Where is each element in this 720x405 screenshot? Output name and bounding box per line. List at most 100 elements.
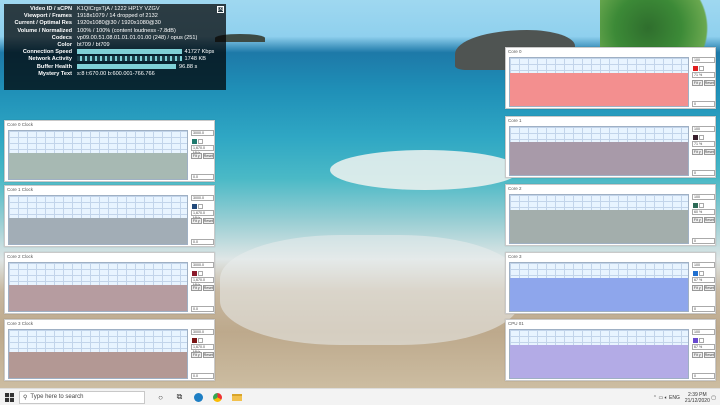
graph-controls: 3000.0 1,670.0 MHzFit yReset 0.0 — [191, 329, 214, 379]
fit-y-button[interactable]: Fit y — [191, 153, 202, 159]
stats-label: Volume / Normalized — [17, 27, 72, 34]
stats-value-text: 96.88 s — [179, 63, 198, 70]
graph-scale-field[interactable]: 100 — [692, 126, 715, 132]
graph-scale-field[interactable]: 3000.0 — [191, 262, 214, 268]
task-view-icon[interactable]: ⧉ — [172, 391, 187, 404]
fit-y-button[interactable]: Fit y — [692, 352, 703, 358]
graph-scale-field[interactable]: 3000.0 — [191, 195, 214, 201]
graph-min-field[interactable]: 0 — [692, 306, 715, 312]
series-toggle-checkbox[interactable] — [198, 204, 203, 209]
reset-button[interactable]: Reset — [202, 285, 214, 291]
graph-min-field[interactable]: 0 — [692, 373, 715, 379]
graph-scale-field[interactable]: 100 — [692, 262, 715, 268]
stats-value: K1QICrgxTjA / 1222 HP1Y VZGV — [77, 6, 160, 12]
series-color-swatch[interactable] — [693, 271, 698, 276]
graph-panel: Core 3 Clock 3000.0 1,670.0 MHzFit yReset 0… — [4, 319, 215, 381]
graph-scale-field[interactable]: 100 — [692, 329, 715, 335]
series-color-swatch[interactable] — [693, 66, 698, 71]
graph-min-field[interactable]: 0 — [692, 101, 715, 107]
reset-button[interactable]: Reset — [703, 352, 715, 358]
taskbar-search-input[interactable]: ⚲ Type here to search — [19, 390, 145, 404]
volume-icon[interactable]: 🔈︎ — [665, 395, 668, 401]
graph-scale-field[interactable]: 100 — [692, 194, 715, 200]
file-explorer-icon[interactable] — [229, 391, 244, 404]
series-color-swatch[interactable] — [192, 204, 197, 209]
stats-row: Codecs vp09.00.51.08.01.01.01.01.00 (248)… — [7, 35, 223, 42]
series-toggle-checkbox[interactable] — [699, 203, 704, 208]
graph-plot — [8, 195, 188, 245]
graph-scale-field[interactable]: 3000.0 — [191, 329, 214, 335]
stats-value: 1918x1079 / 14 dropped of 2132 — [77, 13, 158, 20]
series-color-swatch[interactable] — [192, 139, 197, 144]
fit-y-button[interactable]: Fit y — [191, 352, 202, 358]
graph-title: Core 1 — [508, 118, 522, 123]
graph-fill — [9, 217, 187, 244]
series-color-swatch[interactable] — [192, 338, 197, 343]
graph-min-field[interactable]: 0.0 — [191, 373, 214, 379]
graph-min-field[interactable]: 0 — [692, 170, 715, 176]
stats-value: s:8 t:670.00 b:600.001-766.766 — [77, 70, 155, 77]
graph-panel: Core 2 100 60 % Fit y Reset 0 — [505, 184, 716, 246]
reset-button[interactable]: Reset — [703, 149, 715, 155]
network-activity-bar — [77, 56, 182, 62]
series-toggle-checkbox[interactable] — [699, 338, 704, 343]
reset-button[interactable]: Reset — [703, 285, 715, 291]
fit-y-button[interactable]: Fit y — [692, 285, 703, 291]
graph-min-field[interactable]: 0.0 — [191, 239, 214, 245]
series-color-swatch[interactable] — [693, 338, 698, 343]
show-hidden-icons-icon[interactable]: ⌃ — [653, 395, 657, 401]
graph-fill — [9, 351, 187, 378]
chrome-browser-icon[interactable] — [210, 391, 225, 404]
close-stats-button[interactable]: [x] — [217, 6, 224, 13]
graph-title: Core 3 — [508, 254, 522, 259]
fit-y-button[interactable]: Fit y — [191, 218, 202, 224]
series-color-swatch[interactable] — [192, 271, 197, 276]
series-toggle-checkbox[interactable] — [198, 338, 203, 343]
fit-y-button[interactable]: Fit y — [692, 149, 703, 155]
graph-panel: Core 1 100 71 % Fit y Reset 0 — [505, 116, 716, 178]
series-toggle-checkbox[interactable] — [699, 271, 704, 276]
series-toggle-checkbox[interactable] — [699, 135, 704, 140]
stats-value: vp09.00.51.08.01.01.01.01.00 (248) / opu… — [77, 34, 198, 41]
graph-min-field[interactable]: 0.0 — [191, 174, 214, 180]
notifications-icon[interactable]: ▢ — [711, 395, 716, 401]
graph-panel: Core 3 100 67 % Fit y Reset 0 — [505, 252, 716, 314]
series-toggle-checkbox[interactable] — [198, 139, 203, 144]
stats-value: 100% / 100% (content loudness -7.8dB) — [77, 27, 176, 34]
reset-button[interactable]: Reset — [202, 153, 214, 159]
fit-y-button[interactable]: Fit y — [692, 80, 703, 86]
graph-fill — [510, 210, 688, 243]
graph-title: CPU 01 — [508, 321, 524, 326]
stats-row: Mystery Text s:8 t:670.00 b:600.001-766.7… — [7, 71, 223, 78]
stats-row: Viewport / Frames 1918x1079 / 14 dropped … — [7, 13, 223, 20]
stats-label: Connection Speed — [22, 49, 72, 56]
fit-y-button[interactable]: Fit y — [191, 285, 202, 291]
series-color-swatch[interactable] — [693, 203, 698, 208]
series-color-swatch[interactable] — [693, 135, 698, 140]
edge-browser-icon[interactable] — [191, 391, 206, 404]
network-icon[interactable]: ▭ — [658, 395, 663, 401]
graph-title: Core 0 Clock — [7, 122, 34, 127]
series-toggle-checkbox[interactable] — [198, 271, 203, 276]
cortana-icon[interactable]: ○ — [153, 391, 168, 404]
graph-scale-field[interactable]: 3000.0 — [191, 130, 214, 136]
reset-button[interactable]: Reset — [703, 217, 715, 223]
stats-label: Viewport / Frames — [23, 13, 72, 20]
reset-button[interactable]: Reset — [703, 80, 715, 86]
graph-min-field[interactable]: 0.0 — [191, 306, 214, 312]
buffer-health-bar — [77, 63, 176, 69]
reset-button[interactable]: Reset — [202, 352, 214, 358]
graph-plot — [8, 262, 188, 312]
graph-scale-field[interactable]: 100 — [692, 57, 715, 63]
reset-button[interactable]: Reset — [202, 218, 214, 224]
taskbar-clock[interactable]: 2:39 PM 21/12/2020 — [685, 392, 710, 404]
stats-value: 96.88 s — [77, 64, 223, 71]
language-indicator[interactable]: ENG — [669, 395, 680, 401]
series-toggle-checkbox[interactable] — [699, 66, 704, 71]
windows-taskbar: ⚲ Type here to search ○ ⧉ ⌃ ▭ 🔈︎ ENG 2:3… — [0, 388, 720, 405]
graph-min-field[interactable]: 0 — [692, 238, 715, 244]
graph-readout: 71 % — [692, 72, 715, 78]
windows-start-icon[interactable] — [2, 391, 17, 404]
graph-readout: 1,670.0 MHz — [191, 277, 214, 287]
fit-y-button[interactable]: Fit y — [692, 217, 703, 223]
